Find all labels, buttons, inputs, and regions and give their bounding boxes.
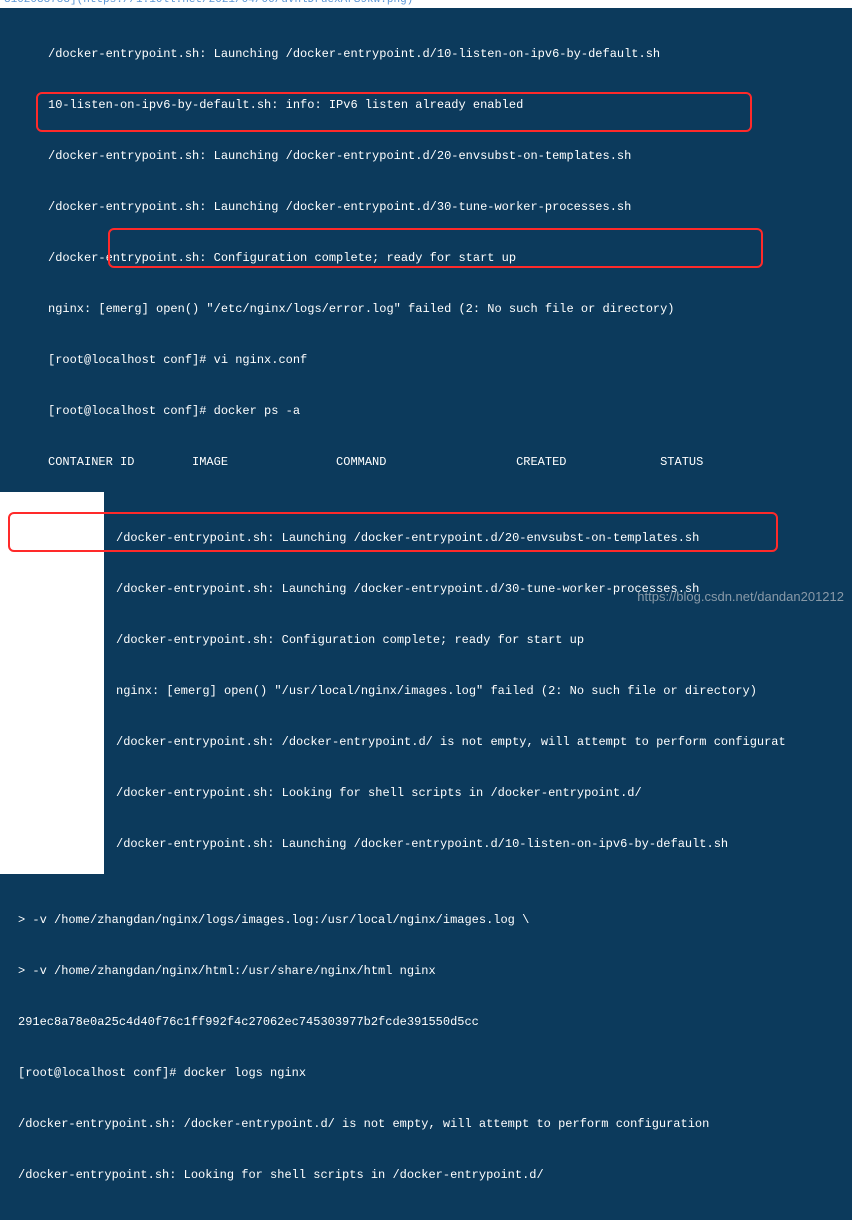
prompt-continuation[interactable]: > -v /home/zhangdan/nginx/html:/usr/shar… — [18, 963, 852, 980]
terminal-block-1: /docker-entrypoint.sh: Launching /docker… — [0, 8, 852, 492]
prompt-line[interactable]: [root@localhost conf]# vi nginx.conf — [48, 352, 852, 369]
log-line: 10-listen-on-ipv6-by-default.sh: info: I… — [48, 97, 852, 114]
log-line: /docker-entrypoint.sh: Launching /docker… — [116, 530, 852, 547]
prompt-line[interactable]: [root@localhost conf]# docker ps -a — [48, 403, 852, 420]
log-line: /docker-entrypoint.sh: Configuration com… — [48, 250, 852, 267]
log-line: /docker-entrypoint.sh: Launching /docker… — [48, 199, 852, 216]
container-hash: 291ec8a78e0a25c4d40f76c1ff992f4c27062ec7… — [18, 1014, 852, 1031]
log-line: /docker-entrypoint.sh: /docker-entrypoin… — [116, 734, 852, 751]
log-line: /docker-entrypoint.sh: /docker-entrypoin… — [18, 1116, 852, 1133]
url-fragment: 3102038783](https://1.10ll.net/2021/04/0… — [0, 0, 852, 8]
log-line: /docker-entrypoint.sh: Launching /docker… — [18, 1218, 852, 1220]
log-line: /docker-entrypoint.sh: Launching /docker… — [48, 46, 852, 63]
terminal-block-3: > -v /home/zhangdan/nginx/logs/images.lo… — [0, 874, 852, 1220]
terminal-block-2: /docker-entrypoint.sh: Launching /docker… — [104, 492, 852, 874]
error-line: nginx: [emerg] open() "/usr/local/nginx/… — [116, 683, 852, 700]
prompt-continuation[interactable]: > -v /home/zhangdan/nginx/logs/images.lo… — [18, 912, 852, 929]
log-line: /docker-entrypoint.sh: Launching /docker… — [116, 581, 852, 598]
log-line: /docker-entrypoint.sh: Configuration com… — [116, 632, 852, 649]
prompt-line[interactable]: [root@localhost conf]# docker logs nginx — [18, 1065, 852, 1082]
error-line: nginx: [emerg] open() "/etc/nginx/logs/e… — [48, 301, 852, 318]
log-line: /docker-entrypoint.sh: Looking for shell… — [18, 1167, 852, 1184]
log-line: /docker-entrypoint.sh: Launching /docker… — [48, 148, 852, 165]
table-header: CONTAINER ID IMAGE COMMAND CREATED STATU… — [48, 454, 852, 471]
log-line: /docker-entrypoint.sh: Launching /docker… — [116, 836, 852, 853]
log-line: /docker-entrypoint.sh: Looking for shell… — [116, 785, 852, 802]
